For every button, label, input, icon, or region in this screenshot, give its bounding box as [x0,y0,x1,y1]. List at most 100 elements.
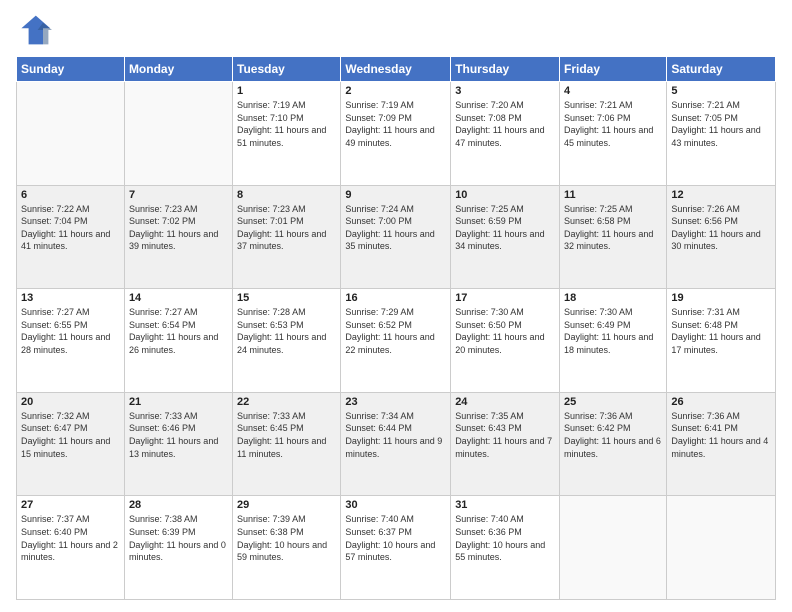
day-info: Sunrise: 7:23 AM Sunset: 7:01 PM Dayligh… [237,203,336,253]
calendar-cell [560,496,667,600]
day-info: Sunrise: 7:37 AM Sunset: 6:40 PM Dayligh… [21,513,120,563]
day-number: 25 [564,396,662,408]
calendar-cell: 26 Sunrise: 7:36 AM Sunset: 6:41 PM Dayli… [667,392,776,496]
calendar-cell: 22Sunrise: 7:33 AM Sunset: 6:45 PM Dayli… [233,392,341,496]
day-info: Sunrise: 7:34 AM Sunset: 6:44 PM Dayligh… [345,410,446,460]
day-info: Sunrise: 7:30 AM Sunset: 6:49 PM Dayligh… [564,306,662,356]
day-info: Sunrise: 7:23 AM Sunset: 7:02 PM Dayligh… [129,203,228,253]
day-info: Sunrise: 7:31 AM Sunset: 6:48 PM Dayligh… [671,306,771,356]
calendar-cell: 18 Sunrise: 7:30 AM Sunset: 6:49 PM Dayli… [560,289,667,393]
day-number: 19 [671,292,771,304]
day-number: 26 [671,396,771,408]
calendar-row-4: 27 Sunrise: 7:37 AM Sunset: 6:40 PM Dayli… [17,496,776,600]
day-info: Sunrise: 7:22 AM Sunset: 7:04 PM Dayligh… [21,203,120,253]
calendar-cell: 5 Sunrise: 7:21 AM Sunset: 7:05 PM Daylig… [667,82,776,186]
calendar-cell: 20 Sunrise: 7:32 AM Sunset: 6:47 PM Dayli… [17,392,125,496]
calendar-cell: 19 Sunrise: 7:31 AM Sunset: 6:48 PM Dayli… [667,289,776,393]
day-info: Sunrise: 7:38 AM Sunset: 6:39 PM Dayligh… [129,513,228,563]
calendar-row-0: 1 Sunrise: 7:19 AM Sunset: 7:10 PM Daylig… [17,82,776,186]
day-info: Sunrise: 7:30 AM Sunset: 6:50 PM Dayligh… [455,306,555,356]
day-number: 27 [21,499,120,511]
day-number: 1 [237,85,336,97]
day-number: 24 [455,396,555,408]
day-number: 4 [564,85,662,97]
day-number: 14 [129,292,228,304]
day-info: Sunrise: 7:40 AM Sunset: 6:37 PM Dayligh… [345,513,446,563]
day-header-wednesday: Wednesday [341,57,451,82]
day-info: Sunrise: 7:27 AM Sunset: 6:55 PM Dayligh… [21,306,120,356]
day-number: 5 [671,85,771,97]
day-number: 6 [21,189,120,201]
logo [16,12,56,48]
day-header-friday: Friday [560,57,667,82]
calendar-header-row: SundayMondayTuesdayWednesdayThursdayFrid… [17,57,776,82]
calendar-cell [17,82,125,186]
calendar-cell: 21Sunrise: 7:33 AM Sunset: 6:46 PM Dayli… [124,392,232,496]
day-info: Sunrise: 7:20 AM Sunset: 7:08 PM Dayligh… [455,99,555,149]
day-info: Sunrise: 7:19 AM Sunset: 7:10 PM Dayligh… [237,99,336,149]
calendar-cell: 31 Sunrise: 7:40 AM Sunset: 6:36 PM Dayli… [451,496,560,600]
day-info: Sunrise: 7:32 AM Sunset: 6:47 PM Dayligh… [21,410,120,460]
day-number: 17 [455,292,555,304]
calendar-cell [124,82,232,186]
day-number: 20 [21,396,120,408]
calendar-cell: 4 Sunrise: 7:21 AM Sunset: 7:06 PM Daylig… [560,82,667,186]
day-number: 13 [21,292,120,304]
day-number: 2 [345,85,446,97]
calendar-cell: 1 Sunrise: 7:19 AM Sunset: 7:10 PM Daylig… [233,82,341,186]
day-number: 30 [345,499,446,511]
header [16,12,776,48]
day-number: 12 [671,189,771,201]
day-info: Sunrise: 7:35 AM Sunset: 6:43 PM Dayligh… [455,410,555,460]
calendar-row-1: 6 Sunrise: 7:22 AM Sunset: 7:04 PM Daylig… [17,185,776,289]
day-number: 9 [345,189,446,201]
calendar-cell: 27 Sunrise: 7:37 AM Sunset: 6:40 PM Dayli… [17,496,125,600]
calendar: SundayMondayTuesdayWednesdayThursdayFrid… [16,56,776,600]
calendar-cell: 28 Sunrise: 7:38 AM Sunset: 6:39 PM Dayli… [124,496,232,600]
day-info: Sunrise: 7:39 AM Sunset: 6:38 PM Dayligh… [237,513,336,563]
day-number: 31 [455,499,555,511]
calendar-cell: 9Sunrise: 7:24 AM Sunset: 7:00 PM Daylig… [341,185,451,289]
calendar-cell: 7 Sunrise: 7:23 AM Sunset: 7:02 PM Daylig… [124,185,232,289]
day-info: Sunrise: 7:27 AM Sunset: 6:54 PM Dayligh… [129,306,228,356]
calendar-cell: 30 Sunrise: 7:40 AM Sunset: 6:37 PM Dayli… [341,496,451,600]
calendar-cell: 10 Sunrise: 7:25 AM Sunset: 6:59 PM Dayli… [451,185,560,289]
calendar-cell: 16 Sunrise: 7:29 AM Sunset: 6:52 PM Dayli… [341,289,451,393]
calendar-cell: 3Sunrise: 7:20 AM Sunset: 7:08 PM Daylig… [451,82,560,186]
day-number: 28 [129,499,228,511]
calendar-row-2: 13 Sunrise: 7:27 AM Sunset: 6:55 PM Dayli… [17,289,776,393]
day-info: Sunrise: 7:19 AM Sunset: 7:09 PM Dayligh… [345,99,446,149]
calendar-body: 1 Sunrise: 7:19 AM Sunset: 7:10 PM Daylig… [17,82,776,600]
calendar-cell: 14 Sunrise: 7:27 AM Sunset: 6:54 PM Dayli… [124,289,232,393]
calendar-cell: 25 Sunrise: 7:36 AM Sunset: 6:42 PM Dayli… [560,392,667,496]
calendar-cell: 15Sunrise: 7:28 AM Sunset: 6:53 PM Dayli… [233,289,341,393]
day-info: Sunrise: 7:36 AM Sunset: 6:41 PM Dayligh… [671,410,771,460]
day-header-thursday: Thursday [451,57,560,82]
day-info: Sunrise: 7:21 AM Sunset: 7:05 PM Dayligh… [671,99,771,149]
calendar-cell: 6 Sunrise: 7:22 AM Sunset: 7:04 PM Daylig… [17,185,125,289]
day-info: Sunrise: 7:28 AM Sunset: 6:53 PM Dayligh… [237,306,336,356]
day-number: 7 [129,189,228,201]
day-info: Sunrise: 7:33 AM Sunset: 6:45 PM Dayligh… [237,410,336,460]
calendar-row-3: 20 Sunrise: 7:32 AM Sunset: 6:47 PM Dayli… [17,392,776,496]
day-header-tuesday: Tuesday [233,57,341,82]
day-info: Sunrise: 7:29 AM Sunset: 6:52 PM Dayligh… [345,306,446,356]
day-info: Sunrise: 7:26 AM Sunset: 6:56 PM Dayligh… [671,203,771,253]
day-info: Sunrise: 7:25 AM Sunset: 6:59 PM Dayligh… [455,203,555,253]
logo-icon [16,12,52,48]
day-number: 16 [345,292,446,304]
day-number: 29 [237,499,336,511]
day-header-sunday: Sunday [17,57,125,82]
day-info: Sunrise: 7:21 AM Sunset: 7:06 PM Dayligh… [564,99,662,149]
day-info: Sunrise: 7:36 AM Sunset: 6:42 PM Dayligh… [564,410,662,460]
day-number: 18 [564,292,662,304]
day-info: Sunrise: 7:40 AM Sunset: 6:36 PM Dayligh… [455,513,555,563]
day-info: Sunrise: 7:25 AM Sunset: 6:58 PM Dayligh… [564,203,662,253]
day-number: 21 [129,396,228,408]
calendar-cell: 2 Sunrise: 7:19 AM Sunset: 7:09 PM Daylig… [341,82,451,186]
calendar-cell: 29 Sunrise: 7:39 AM Sunset: 6:38 PM Dayli… [233,496,341,600]
day-number: 10 [455,189,555,201]
page: SundayMondayTuesdayWednesdayThursdayFrid… [0,0,792,612]
calendar-cell: 11Sunrise: 7:25 AM Sunset: 6:58 PM Dayli… [560,185,667,289]
day-number: 23 [345,396,446,408]
